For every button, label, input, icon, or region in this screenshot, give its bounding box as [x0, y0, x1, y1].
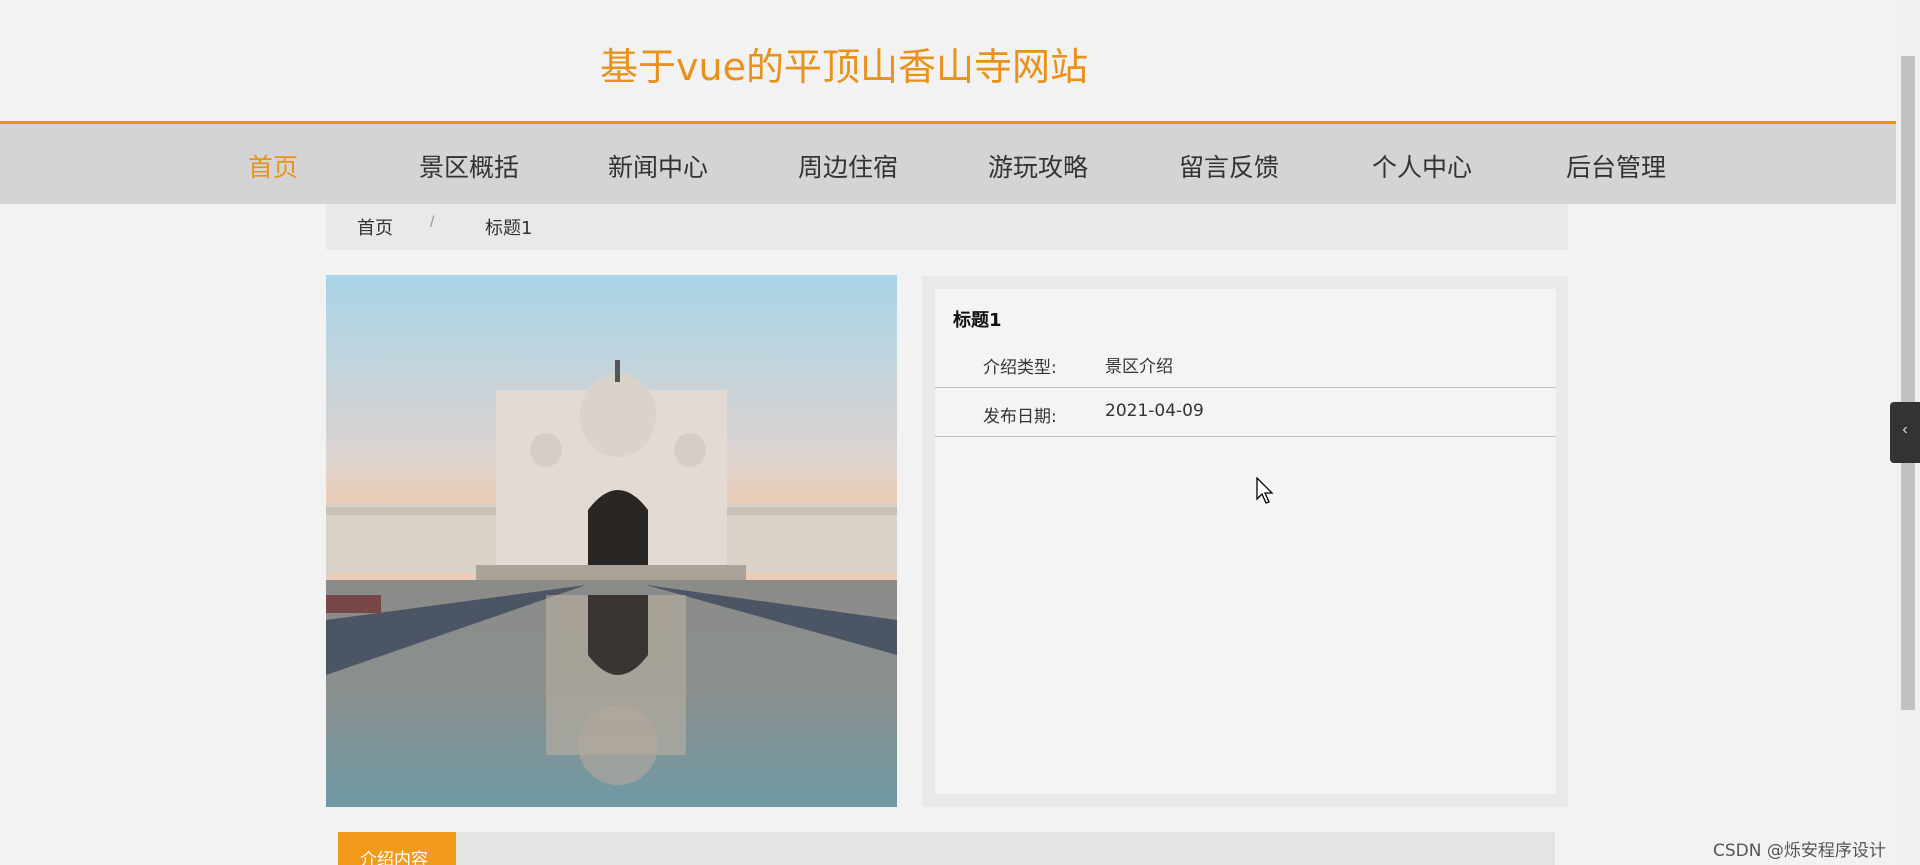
info-panel: 标题1 介绍类型: 景区介绍 发布日期: 2021-04-09: [922, 276, 1568, 807]
nav-item-profile[interactable]: 个人中心: [1372, 148, 1472, 184]
date-label: 发布日期:: [983, 407, 1057, 427]
nav-item-admin[interactable]: 后台管理: [1566, 148, 1666, 184]
site-title: 基于vue的平顶山香山寺网站: [600, 45, 1088, 89]
watermark: CSDN @烁安程序设计: [1713, 841, 1886, 861]
nav-item-feedback[interactable]: 留言反馈: [1179, 148, 1279, 184]
article-title: 标题1: [953, 310, 1002, 331]
mouse-cursor-icon: [1256, 476, 1276, 510]
nav-item-scenic-overview[interactable]: 景区概括: [419, 148, 519, 184]
side-panel-toggle[interactable]: ‹: [1890, 402, 1920, 463]
breadcrumb: 首页 / 标题1: [326, 204, 1568, 250]
nav-item-lodging[interactable]: 周边住宿: [798, 148, 898, 184]
scrollbar-thumb[interactable]: [1901, 56, 1915, 710]
type-value: 景区介绍: [1105, 357, 1173, 377]
info-row-date: 发布日期: 2021-04-09: [935, 388, 1556, 437]
chevron-left-icon: ‹: [1902, 421, 1908, 438]
type-label: 介绍类型:: [983, 358, 1057, 378]
date-value: 2021-04-09: [1105, 401, 1204, 421]
info-row-type: 介绍类型: 景区介绍: [935, 339, 1556, 388]
intro-content-tab[interactable]: 介绍内容: [338, 832, 456, 865]
main-nav: 首页 景区概括 新闻中心 周边住宿 游玩攻略 留言反馈 个人中心 后台管理: [0, 121, 1896, 204]
nav-item-home[interactable]: 首页: [248, 148, 298, 184]
breadcrumb-separator: /: [430, 214, 435, 231]
breadcrumb-current: 标题1: [485, 218, 533, 239]
nav-item-news[interactable]: 新闻中心: [608, 148, 708, 184]
content-section-header: 介绍内容: [338, 832, 1555, 865]
scenic-photo: [326, 275, 897, 807]
info-card: 标题1 介绍类型: 景区介绍 发布日期: 2021-04-09: [935, 289, 1556, 794]
breadcrumb-home[interactable]: 首页: [357, 214, 393, 240]
nav-item-guides[interactable]: 游玩攻略: [988, 148, 1088, 184]
